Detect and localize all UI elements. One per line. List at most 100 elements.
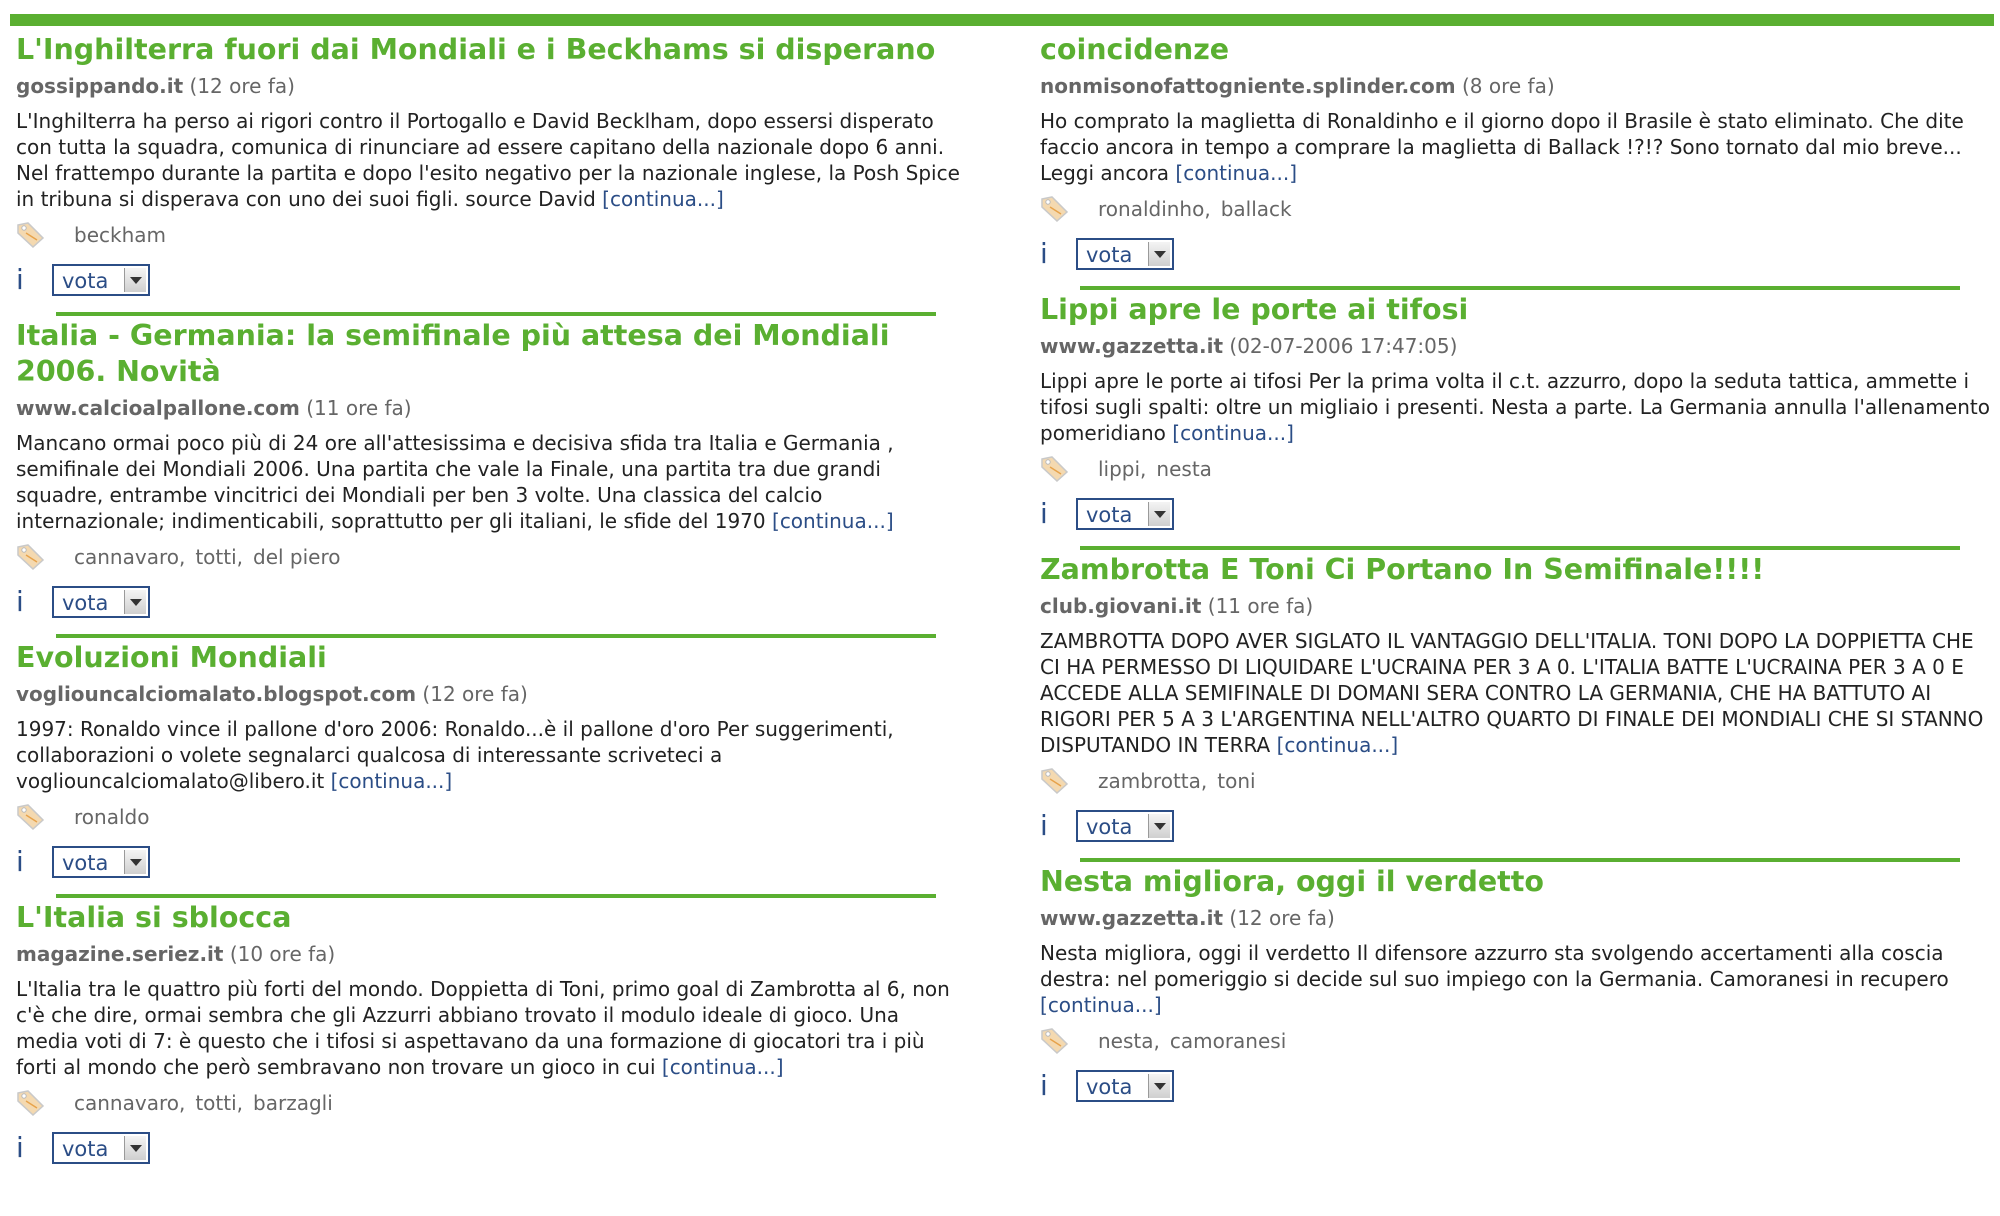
tag-link[interactable]: totti, <box>195 1091 243 1115</box>
article-meta: www.gazzetta.it (02-07-2006 17:47:05) <box>1040 332 1990 360</box>
info-icon[interactable]: i <box>1040 811 1076 841</box>
continua-link[interactable]: [continua...] <box>772 509 894 533</box>
chevron-down-icon[interactable] <box>1148 814 1170 838</box>
article-title[interactable]: Lippi apre le porte ai tifosi <box>1040 290 1990 328</box>
continua-link[interactable]: [continua...] <box>602 187 724 211</box>
tag-link[interactable]: totti, <box>195 545 243 569</box>
tag-link[interactable]: zambrotta, <box>1098 769 1207 793</box>
article-source[interactable]: gossippando.it <box>16 74 183 98</box>
tag-link[interactable]: barzagli <box>253 1091 333 1115</box>
tag-list: zambrotta, toni <box>1098 769 1266 793</box>
article-title[interactable]: L'Italia si sblocca <box>16 898 960 936</box>
chevron-down-icon[interactable] <box>124 850 146 874</box>
tag-icon <box>16 221 46 249</box>
tag-link[interactable]: cannavaro, <box>74 1091 185 1115</box>
article-title[interactable]: Nesta migliora, oggi il verdetto <box>1040 862 1990 900</box>
article-title[interactable]: L'Inghilterra fuori dai Mondiali e i Bec… <box>16 30 960 68</box>
article-title[interactable]: Evoluzioni Mondiali <box>16 638 960 676</box>
chevron-down-icon[interactable] <box>124 268 146 292</box>
top-green-bar <box>10 14 1994 26</box>
vota-dropdown[interactable]: vota <box>52 1132 150 1164</box>
article-title[interactable]: Zambrotta E Toni Ci Portano In Semifinal… <box>1040 550 1990 588</box>
article-excerpt: 1997: Ronaldo vince il pallone d'oro 200… <box>16 717 894 793</box>
tag-link[interactable]: nesta <box>1156 457 1212 481</box>
article: Nesta migliora, oggi il verdetto www.gaz… <box>1040 862 1990 1110</box>
continua-link[interactable]: [continua...] <box>1040 993 1162 1017</box>
article-meta: vogliouncalciomalato.blogspot.com (12 or… <box>16 680 960 708</box>
article-actions: i vota <box>16 256 960 304</box>
tag-link[interactable]: lippi, <box>1098 457 1146 481</box>
info-icon[interactable]: i <box>1040 1071 1076 1101</box>
continua-label[interactable]: continua... <box>610 187 716 211</box>
info-icon[interactable]: i <box>16 1133 52 1163</box>
info-icon[interactable]: i <box>16 847 52 877</box>
article-title[interactable]: Italia - Germania: la semifinale più att… <box>16 316 960 390</box>
continua-label[interactable]: continua... <box>338 769 444 793</box>
vota-label: vota <box>1086 1075 1133 1099</box>
tag-icon <box>1040 1027 1070 1055</box>
tag-list: ronaldinho, ballack <box>1098 197 1302 221</box>
continua-label[interactable]: continua... <box>1284 733 1390 757</box>
tag-link[interactable]: toni <box>1217 769 1255 793</box>
continua-label[interactable]: continua... <box>670 1055 776 1079</box>
continua-link[interactable]: [continua...] <box>331 769 453 793</box>
chevron-down-icon[interactable] <box>1148 1074 1170 1098</box>
article-source[interactable]: www.calcioalpallone.com <box>16 396 300 420</box>
article: L'Inghilterra fuori dai Mondiali e i Bec… <box>16 30 960 316</box>
article-source[interactable]: vogliouncalciomalato.blogspot.com <box>16 682 416 706</box>
vota-label: vota <box>62 591 109 615</box>
article-body: Nesta migliora, oggi il verdetto Il dife… <box>1040 940 1990 1018</box>
article-meta: gossippando.it (12 ore fa) <box>16 72 960 100</box>
chevron-down-icon[interactable] <box>1148 242 1170 266</box>
chevron-down-icon[interactable] <box>124 1136 146 1160</box>
continua-label[interactable]: continua... <box>1180 421 1286 445</box>
article-title[interactable]: coincidenze <box>1040 30 1990 68</box>
info-icon[interactable]: i <box>1040 239 1076 269</box>
vota-dropdown[interactable]: vota <box>1076 810 1174 842</box>
article-excerpt: Nesta migliora, oggi il verdetto Il dife… <box>1040 941 1949 991</box>
info-icon[interactable]: i <box>16 265 52 295</box>
article-actions: i vota <box>16 578 960 626</box>
tag-link[interactable]: ronaldinho, <box>1098 197 1211 221</box>
continua-link[interactable]: [continua...] <box>1277 733 1399 757</box>
continua-link[interactable]: [continua...] <box>1172 421 1294 445</box>
tag-link[interactable]: ballack <box>1221 197 1292 221</box>
continua-link[interactable]: [continua...] <box>662 1055 784 1079</box>
vota-dropdown[interactable]: vota <box>1076 1070 1174 1102</box>
article-excerpt: L'Italia tra le quattro più forti del mo… <box>16 977 950 1079</box>
info-icon[interactable]: i <box>1040 499 1076 529</box>
tag-link[interactable]: camoranesi <box>1170 1029 1286 1053</box>
vota-dropdown[interactable]: vota <box>1076 238 1174 270</box>
chevron-down-icon[interactable] <box>124 590 146 614</box>
article-body: ZAMBROTTA DOPO AVER SIGLATO IL VANTAGGIO… <box>1040 628 1990 758</box>
continua-link[interactable]: [continua...] <box>1175 161 1297 185</box>
vota-dropdown[interactable]: vota <box>52 264 150 296</box>
continua-label[interactable]: continua... <box>1048 993 1154 1017</box>
tag-link[interactable]: beckham <box>74 223 166 247</box>
article-time: (12 ore fa) <box>422 682 528 706</box>
vota-dropdown[interactable]: vota <box>52 586 150 618</box>
article-source[interactable]: nonmisonofattogniente.splinder.com <box>1040 74 1456 98</box>
article-source[interactable]: www.gazzetta.it <box>1040 334 1223 358</box>
article-actions: i vota <box>1040 802 1990 850</box>
info-icon[interactable]: i <box>16 587 52 617</box>
article-source[interactable]: magazine.seriez.it <box>16 942 223 966</box>
tag-link[interactable]: nesta, <box>1098 1029 1160 1053</box>
tag-link[interactable]: del piero <box>253 545 341 569</box>
article-source[interactable]: www.gazzetta.it <box>1040 906 1223 930</box>
vota-dropdown[interactable]: vota <box>52 846 150 878</box>
continua-label[interactable]: continua... <box>1183 161 1289 185</box>
vota-label: vota <box>62 1137 109 1161</box>
chevron-down-icon[interactable] <box>1148 502 1170 526</box>
tag-row: lippi, nesta <box>1040 452 1990 486</box>
tag-link[interactable]: cannavaro, <box>74 545 185 569</box>
vota-label: vota <box>1086 503 1133 527</box>
vota-dropdown[interactable]: vota <box>1076 498 1174 530</box>
tag-link[interactable]: ronaldo <box>74 805 149 829</box>
tag-list: nesta, camoranesi <box>1098 1029 1296 1053</box>
article-source[interactable]: club.giovani.it <box>1040 594 1201 618</box>
article-meta: nonmisonofattogniente.splinder.com (8 or… <box>1040 72 1990 100</box>
article-meta: magazine.seriez.it (10 ore fa) <box>16 940 960 968</box>
tag-row: nesta, camoranesi <box>1040 1024 1990 1058</box>
continua-label[interactable]: continua... <box>780 509 886 533</box>
